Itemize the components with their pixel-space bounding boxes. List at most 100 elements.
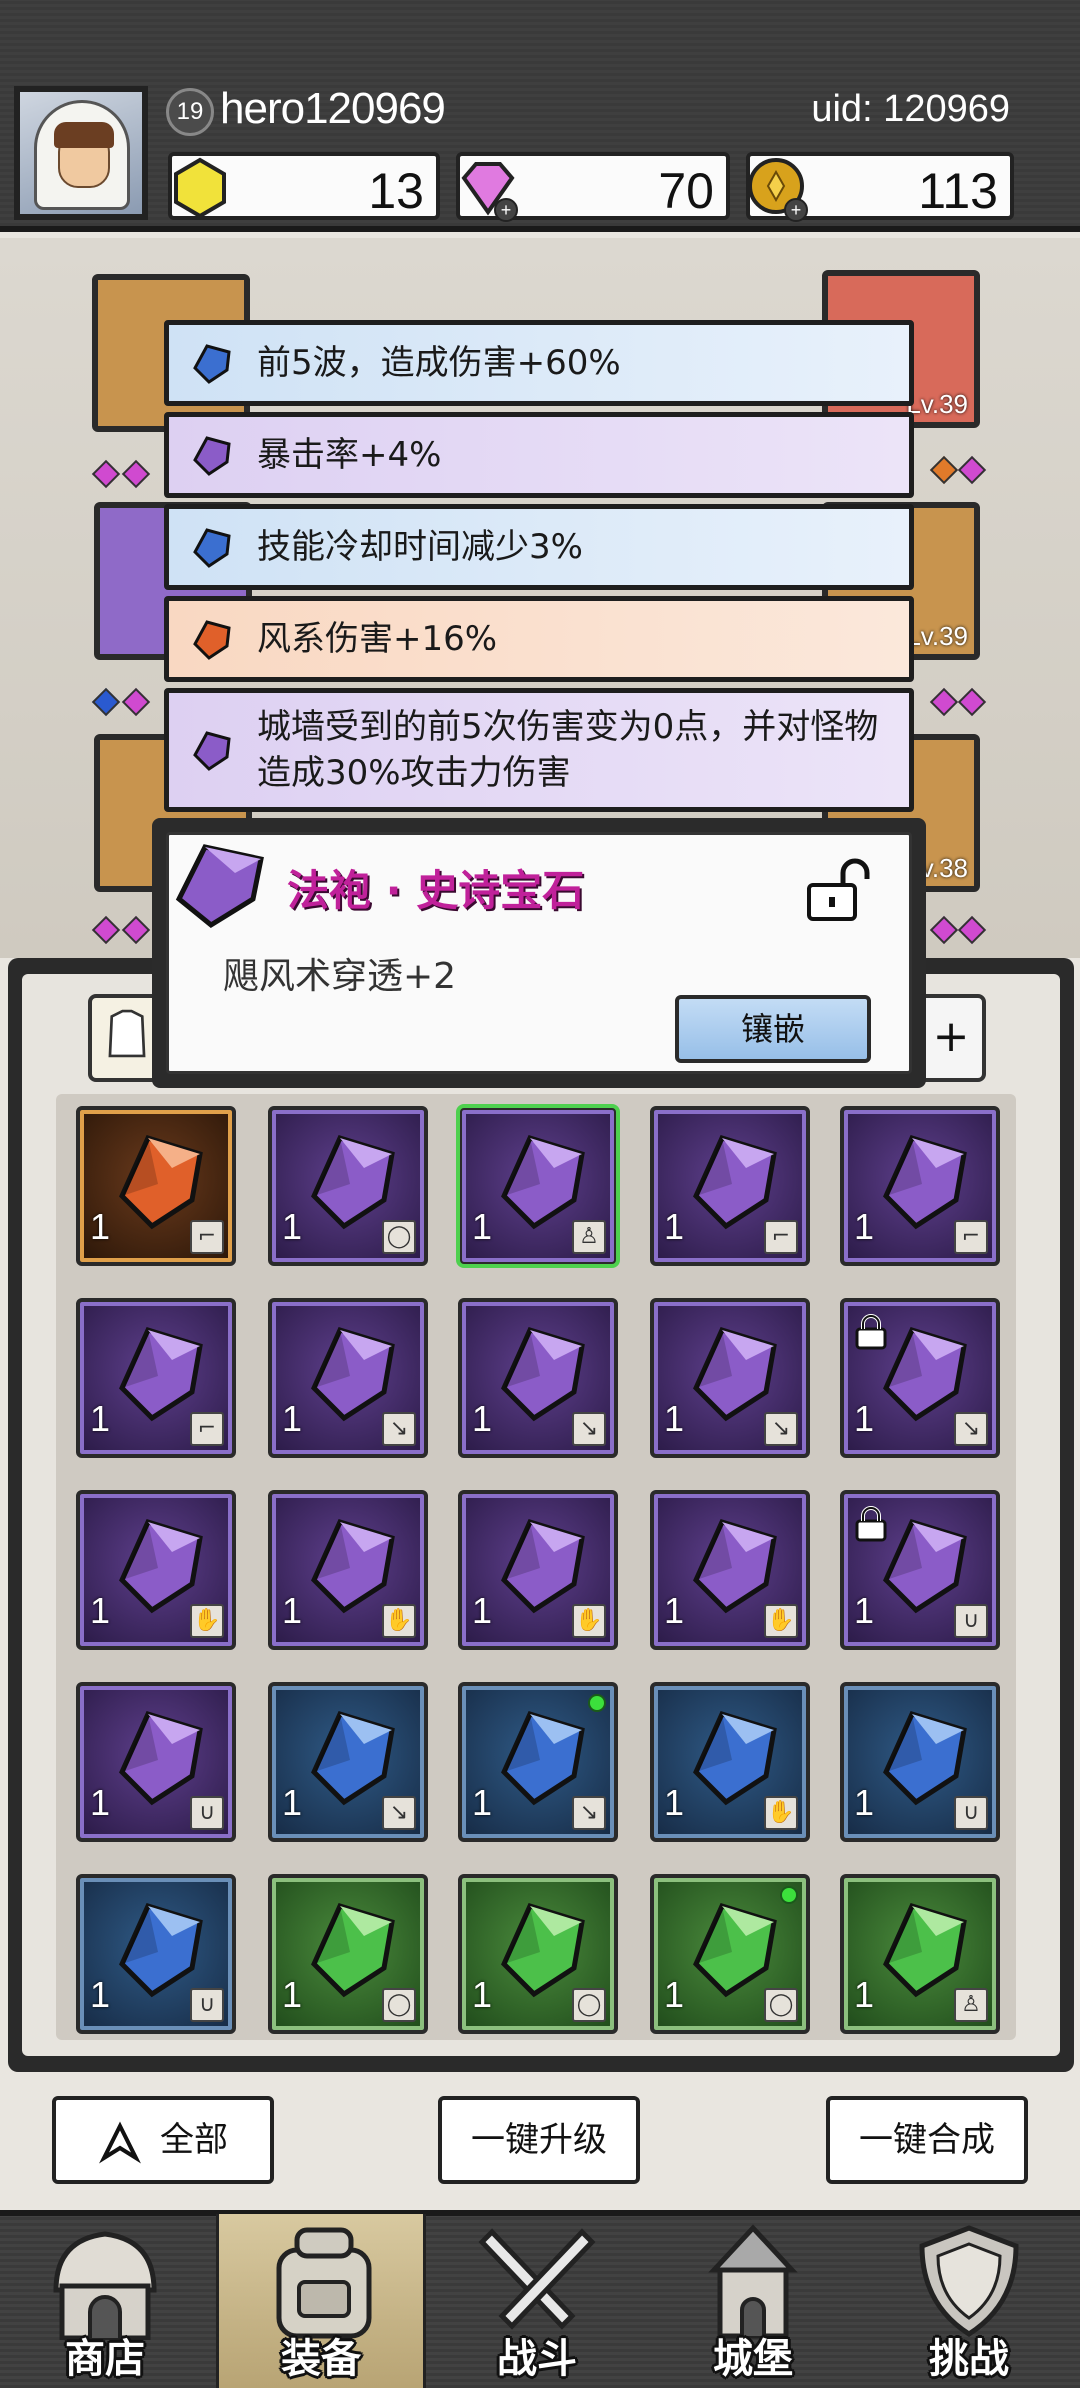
staff-slot-icon: ↘ — [572, 1796, 606, 1830]
gem-cell[interactable]: 1 ✋ — [650, 1490, 810, 1650]
lock-icon — [855, 1314, 887, 1350]
gold-value: 13 — [368, 163, 424, 219]
gem-cell[interactable]: 1 ◯ — [268, 1874, 428, 2034]
nav-battle[interactable]: 战斗 — [432, 2214, 642, 2388]
gem-count: 1 — [472, 1974, 493, 2015]
staff-slot-icon: ↘ — [382, 1796, 416, 1830]
blue-gem-icon — [193, 344, 231, 384]
coin-resource[interactable]: + 113 — [746, 152, 1014, 222]
gem-cell[interactable]: 1 ⌐ — [76, 1298, 236, 1458]
gem-cell[interactable]: 1 ✋ — [458, 1490, 618, 1650]
boots-slot-icon: ⌐ — [190, 1412, 224, 1446]
gem-count: 1 — [90, 1206, 111, 1247]
gem-cell[interactable]: 1 ♙ — [456, 1104, 620, 1268]
boots-slot-icon: ⌐ — [764, 1220, 798, 1254]
unlock-icon[interactable] — [803, 855, 873, 925]
gloves-slot-icon: ✋ — [572, 1604, 606, 1638]
add-tab-button[interactable]: + — [916, 994, 986, 1082]
gem-cell[interactable]: 1 ⌐ — [650, 1106, 810, 1266]
gem-count: 1 — [90, 1398, 111, 1439]
nav-challenge[interactable]: 挑战 — [864, 2214, 1074, 2388]
bonus-row: 城墙受到的前5次伤害变为0点，并对怪物造成30%攻击力伤害 — [164, 688, 914, 812]
gloves-slot-icon: ✋ — [382, 1604, 416, 1638]
ring-slot-icon: ◯ — [382, 1220, 416, 1254]
gem-cell[interactable]: 1 ⌐ — [76, 1106, 236, 1266]
ring-slot-icon: ◯ — [572, 1988, 606, 2022]
filter-all-button[interactable]: 全部 — [52, 2096, 274, 2184]
backpack-icon — [276, 2227, 372, 2339]
gem-cell[interactable]: 1 ∪ — [840, 1490, 1000, 1650]
gem-cell[interactable]: 1 ↘ — [458, 1298, 618, 1458]
player-name: hero120969 — [220, 84, 446, 133]
nav-label: 战斗 — [497, 2336, 577, 2382]
gem-count: 1 — [90, 1974, 111, 2015]
gem-cell[interactable]: 1 ⌐ — [840, 1106, 1000, 1266]
gem-count: 1 — [664, 1782, 685, 1823]
player-avatar[interactable] — [14, 86, 148, 220]
slot-level: Lv.39 — [906, 621, 968, 651]
gem-cell[interactable]: 1 ◯ — [268, 1106, 428, 1266]
gem-cell[interactable]: 1 ∪ — [840, 1682, 1000, 1842]
purple-gem-icon — [193, 436, 231, 476]
top-bar: 19 hero120969 uid: 120969 13 + 70 + 113 — [0, 0, 1080, 232]
gloves-slot-icon: ✋ — [764, 1604, 798, 1638]
gem-count: 1 — [282, 1206, 303, 1247]
gem-count: 1 — [664, 1206, 685, 1247]
gem-cell[interactable]: 1 ↘ — [650, 1298, 810, 1458]
necklace-slot-icon: ∪ — [190, 1988, 224, 2022]
gem-count: 1 — [472, 1782, 493, 1823]
gem-cell[interactable]: 1 ✋ — [76, 1490, 236, 1650]
nav-shop[interactable]: 商店 — [0, 2214, 210, 2388]
robe-slot-icon: ♙ — [954, 1988, 988, 2022]
gem-cell[interactable]: 1 ✋ — [650, 1682, 810, 1842]
gem-count: 1 — [472, 1398, 493, 1439]
gem-count: 1 — [854, 1206, 875, 1247]
gem-cell[interactable]: 1 ✋ — [268, 1490, 428, 1650]
gem-cell[interactable]: 1 ∪ — [76, 1874, 236, 2034]
bonus-row: 风系伤害+16% — [164, 596, 914, 682]
filter-all-label: 全部 — [160, 2120, 228, 2160]
gold-resource[interactable]: 13 — [168, 152, 440, 220]
nav-label: 商店 — [65, 2336, 145, 2382]
robe-slot-icon: ♙ — [572, 1220, 606, 1254]
diamond-resource[interactable]: + 70 — [456, 152, 730, 222]
gem-cell[interactable]: 1 ↘ — [268, 1682, 428, 1842]
inlay-button[interactable]: 镶嵌 — [675, 995, 871, 1063]
gem-cell[interactable]: 1 ◯ — [650, 1874, 810, 2034]
nav-castle[interactable]: 城堡 — [648, 2214, 858, 2388]
merge-all-button[interactable]: 一键合成 — [826, 2096, 1028, 2184]
gem-count: 1 — [90, 1590, 111, 1631]
gem-cell[interactable]: 1 ↘ — [458, 1682, 618, 1842]
bonus-text: 城墙受到的前5次伤害变为0点，并对怪物造成30%攻击力伤害 — [257, 707, 879, 793]
gem-count: 1 — [664, 1590, 685, 1631]
bonus-row: 暴击率+4% — [164, 412, 914, 498]
coin-icon: + — [748, 158, 808, 222]
upgrade-all-button[interactable]: 一键升级 — [438, 2096, 640, 2184]
gem-cell[interactable]: 1 ◯ — [458, 1874, 618, 2034]
gem-count: 1 — [282, 1974, 303, 2015]
gem-count: 1 — [854, 1590, 875, 1631]
gem-count: 1 — [664, 1974, 685, 2015]
gloves-slot-icon: ✋ — [764, 1796, 798, 1830]
gem-cell[interactable]: 1 ♙ — [840, 1874, 1000, 2034]
new-indicator-dot — [780, 1886, 798, 1904]
gem-cell[interactable]: 1 ↘ — [268, 1298, 428, 1458]
gem-count: 1 — [282, 1398, 303, 1439]
bonus-text: 暴击率+4% — [257, 435, 442, 475]
bonus-text: 风系伤害+16% — [257, 619, 498, 659]
gem-count: 1 — [664, 1398, 685, 1439]
gold-hexagon-icon — [174, 157, 226, 219]
coin-value: 113 — [918, 163, 998, 219]
boots-slot-icon: ⌐ — [190, 1220, 224, 1254]
nav-equipment[interactable]: 装备 — [216, 2214, 426, 2388]
gem-cell[interactable]: 1 ∪ — [76, 1682, 236, 1842]
gem-count: 1 — [854, 1782, 875, 1823]
purple-gem-icon — [193, 731, 231, 771]
tooltip-title: 法袍 · 史诗宝石 — [287, 866, 585, 915]
nav-label: 城堡 — [713, 2336, 793, 2382]
gem-cell[interactable]: 1 ↘ — [840, 1298, 1000, 1458]
gem-count: 1 — [854, 1398, 875, 1439]
bonus-row: 前5波，造成伤害+60% — [164, 320, 914, 406]
player-uid: uid: 120969 — [811, 88, 1010, 130]
bonus-row: 技能冷却时间减少3% — [164, 504, 914, 590]
